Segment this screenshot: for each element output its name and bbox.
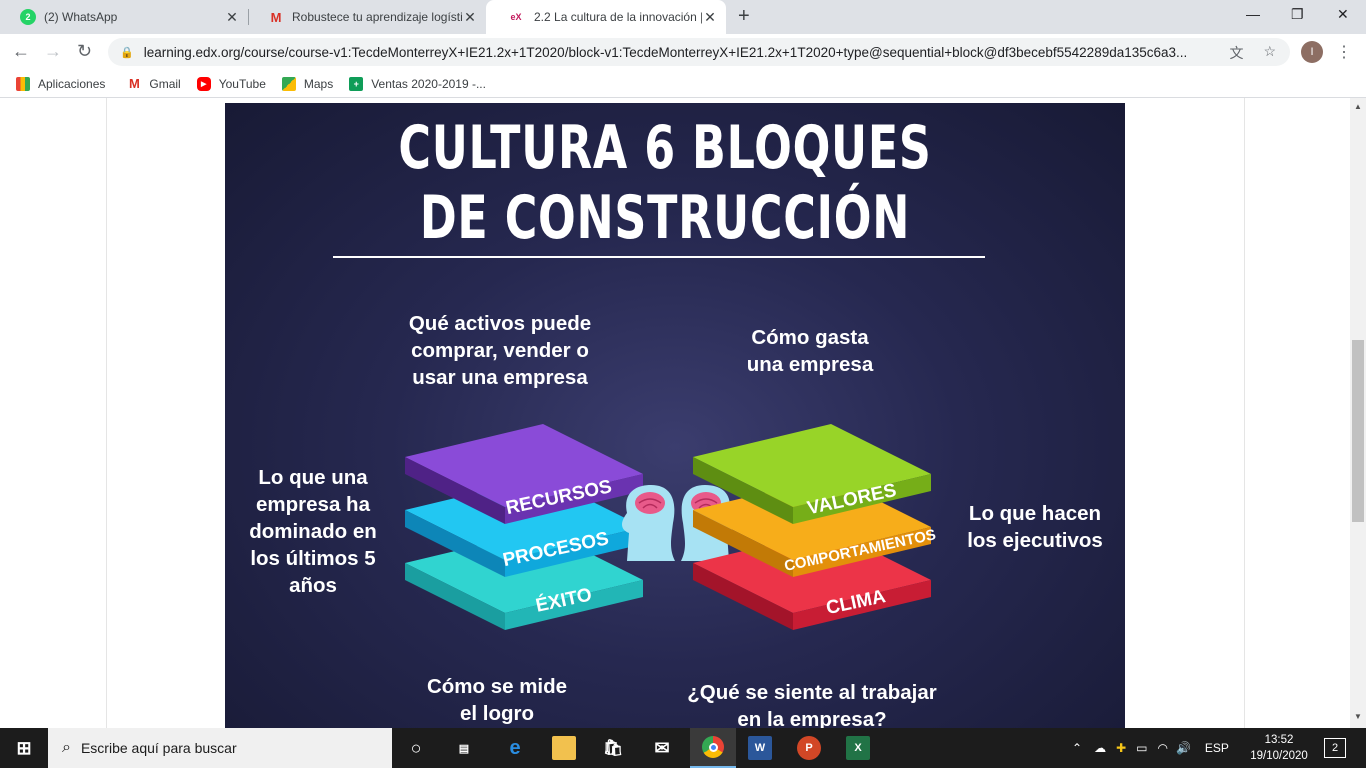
tab-whatsapp[interactable]: 2 (2) WhatsApp ✕	[0, 0, 248, 34]
gmail-icon: M	[270, 9, 282, 25]
search-icon: ⌕	[62, 739, 71, 756]
battery-icon[interactable]: ▭	[1136, 741, 1147, 755]
page-viewport: CULTURA 6 BLOQUES DE CONSTRUCCIÓN Qué ac…	[0, 98, 1350, 728]
edge-icon[interactable]: e	[503, 736, 527, 760]
close-window-icon[interactable]: ✕	[1337, 6, 1349, 23]
close-tab-icon[interactable]: ✕	[224, 9, 240, 26]
new-tab-plus-icon[interactable]: +	[738, 5, 750, 28]
excel-icon[interactable]: X	[846, 736, 870, 760]
notification-center-icon[interactable]: 2	[1324, 738, 1346, 758]
youtube-icon: ▶	[196, 76, 211, 91]
clock-time: 13:52	[1264, 734, 1294, 746]
mail-icon[interactable]: ✉	[650, 736, 674, 760]
cortana-circle-icon[interactable]: ○	[404, 736, 428, 760]
scroll-up-arrow-icon[interactable]: ▲	[1354, 102, 1362, 111]
tab-edx[interactable]: eX 2.2 La cultura de la innovación | T ✕	[486, 0, 726, 34]
bookmark-label: Maps	[303, 76, 334, 91]
windows-taskbar: ⊞ ⌕ Escribe aquí para buscar ○ ▤ e 🛍 ✉ W…	[0, 728, 1366, 768]
clock-date: 19/10/2020	[1250, 750, 1308, 762]
profile-avatar[interactable]: I	[1301, 41, 1323, 63]
task-view-icon[interactable]: ▤	[452, 736, 476, 760]
content-border-left	[106, 98, 107, 728]
bookmark-ventas[interactable]: + Ventas 2020-2019 -...	[349, 76, 486, 91]
scrollbar-thumb[interactable]	[1352, 340, 1364, 522]
browser-toolbar: ← → ↻ 🔒 learning.edx.org/course/course-v…	[0, 34, 1366, 70]
kebab-menu-icon[interactable]: ⋮	[1336, 42, 1352, 62]
lock-icon[interactable]: 🔒	[120, 46, 134, 59]
chevron-up-icon[interactable]: ⌃	[1072, 741, 1082, 755]
translate-icon[interactable]: 文	[1229, 43, 1243, 63]
chrome-icon[interactable]	[690, 728, 736, 768]
tab-title: (2) WhatsApp	[44, 10, 118, 24]
page-scrollbar[interactable]: ▲ ▼	[1350, 98, 1366, 728]
system-tray: ⌃ ☁ ✚ ▭ ◠ 🔊 ESP	[1072, 728, 1247, 768]
bookmark-label: Gmail	[149, 76, 181, 91]
gmail-icon: M	[128, 76, 140, 91]
forward-arrow-icon[interactable]: →	[44, 41, 62, 62]
sheets-icon: +	[349, 76, 364, 91]
edx-icon: eX	[510, 12, 522, 22]
bookmark-apps[interactable]: Aplicaciones	[16, 76, 106, 91]
scroll-down-arrow-icon[interactable]: ▼	[1354, 712, 1362, 721]
word-icon[interactable]: W	[748, 736, 772, 760]
bookmark-gmail[interactable]: M Gmail	[127, 76, 181, 91]
bookmarks-bar: Aplicaciones M Gmail ▶ YouTube Maps + Ve…	[0, 70, 1366, 98]
notification-count: 2	[1331, 742, 1339, 754]
apps-grid-icon	[16, 76, 30, 91]
bookmark-youtube[interactable]: ▶ YouTube	[196, 76, 266, 91]
restore-icon[interactable]: ❐	[1291, 6, 1304, 23]
head-left-brain-icon	[622, 485, 675, 561]
taskbar-search-box[interactable]: ⌕ Escribe aquí para buscar	[48, 728, 392, 768]
tab-strip: 2 (2) WhatsApp ✕ M Robustece tu aprendiz…	[0, 0, 1366, 34]
url-text[interactable]: learning.edx.org/course/course-v1:TecdeM…	[144, 45, 1224, 60]
microsoft-store-icon[interactable]: 🛍	[601, 736, 625, 760]
bookmark-star-icon[interactable]: ☆	[1263, 43, 1276, 63]
close-tab-icon[interactable]: ✕	[702, 9, 718, 26]
culture-infographic: CULTURA 6 BLOQUES DE CONSTRUCCIÓN Qué ac…	[225, 103, 1125, 728]
address-bar[interactable]: 🔒 learning.edx.org/course/course-v1:Tecd…	[108, 38, 1290, 66]
whatsapp-icon: 2	[20, 9, 36, 25]
tab-title: 2.2 La cultura de la innovación | T	[534, 10, 702, 24]
powerpoint-icon[interactable]: P	[797, 736, 821, 760]
blocks-illustration: ÉXITO PROCESOS RECURSOS CLIMA COMPORTAMI…	[405, 424, 937, 630]
update-icon[interactable]: ✚	[1116, 741, 1126, 755]
bookmark-maps[interactable]: Maps	[281, 76, 334, 91]
content-border-right	[1244, 98, 1245, 728]
onedrive-cloud-icon[interactable]: ☁	[1094, 741, 1106, 755]
search-placeholder: Escribe aquí para buscar	[80, 740, 237, 756]
tab-gmail[interactable]: M Robustece tu aprendizaje logístic ✕	[248, 0, 486, 34]
minimize-icon[interactable]: —	[1246, 6, 1260, 22]
volume-icon[interactable]: 🔊	[1176, 741, 1191, 755]
tab-title: Robustece tu aprendizaje logístic	[292, 10, 462, 24]
bookmark-label: YouTube	[218, 76, 266, 91]
language-indicator[interactable]: ESP	[1205, 741, 1229, 755]
bookmark-label: Ventas 2020-2019 -...	[371, 76, 486, 91]
maps-icon	[281, 76, 296, 91]
clock[interactable]: 13:52 19/10/2020	[1248, 732, 1310, 764]
wifi-icon[interactable]: ◠	[1157, 741, 1167, 755]
close-tab-icon[interactable]: ✕	[462, 9, 478, 26]
file-explorer-icon[interactable]	[552, 736, 576, 760]
reload-icon[interactable]: ↻	[77, 41, 92, 62]
back-arrow-icon[interactable]: ←	[12, 41, 30, 62]
bookmark-label: Aplicaciones	[38, 76, 106, 91]
windows-start-icon[interactable]: ⊞	[12, 736, 36, 760]
